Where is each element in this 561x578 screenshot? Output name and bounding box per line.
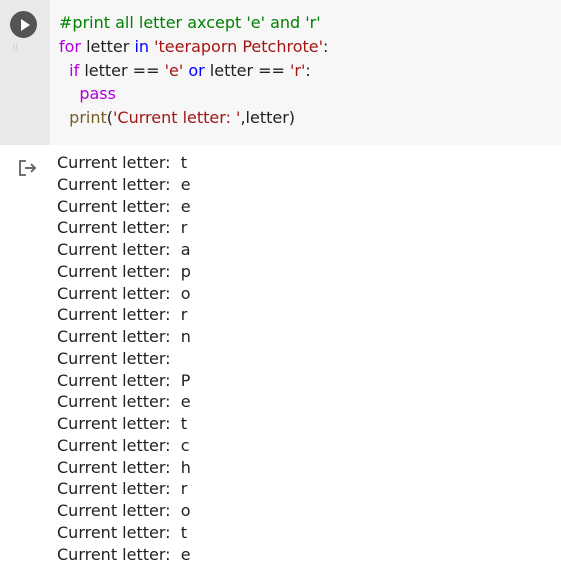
output-line: Current letter: a (57, 239, 191, 261)
code-token: or (188, 60, 205, 80)
output-letter: e (180, 392, 191, 412)
output-line: Current letter: o (57, 500, 191, 522)
code-line: pass (59, 82, 561, 106)
output-prefix: Current letter: (57, 283, 181, 303)
play-circle-icon[interactable] (10, 11, 37, 38)
output-line: Current letter: r (57, 478, 191, 500)
code-token: 'r' (290, 60, 306, 80)
output-line: Current letter: n (57, 326, 191, 348)
output-line: Current letter: e (57, 174, 191, 196)
cell-gutter: ⠿ (0, 0, 50, 145)
code-line: print('Current letter: ',letter) (59, 106, 561, 130)
output-letter: e (180, 174, 191, 194)
code-token: for (59, 36, 81, 56)
code-token: : (323, 36, 329, 56)
code-token: 'teeraporn Petchrote' (154, 36, 323, 56)
output-letter: c (180, 435, 190, 455)
output-line: Current letter: p (57, 261, 191, 283)
output-prefix: Current letter: (57, 392, 181, 412)
code-token: letter == (79, 60, 165, 80)
output-letter: p (180, 261, 191, 281)
code-token: print (69, 108, 107, 128)
output-line: Current letter: t (57, 413, 191, 435)
code-line: for letter in 'teeraporn Petchrote': (59, 35, 561, 59)
output-text: Current letter: t Current letter: e Curren… (57, 152, 191, 565)
output-prefix: Current letter: (57, 261, 181, 281)
output-letter: a (180, 240, 191, 259)
code-token: 'Current letter: ' (113, 108, 241, 128)
drag-handle-icon[interactable]: ⠿ (12, 44, 19, 54)
code-line: if letter == 'e' or letter == 'r': (59, 59, 561, 83)
output-line: Current letter: h (57, 457, 191, 479)
output-letter: r (180, 218, 188, 238)
output-letter: t (180, 414, 187, 433)
output-letter: t (180, 153, 187, 172)
output-prefix: Current letter: (57, 479, 181, 499)
output-letter: h (180, 457, 191, 477)
code-editor[interactable]: #print all letter axcept 'e' and 'r' for … (50, 0, 561, 145)
output-prefix: Current letter: (57, 196, 181, 216)
code-token: : (305, 60, 311, 80)
output-line: Current letter: P (57, 370, 191, 392)
output-line: Current letter: (57, 348, 191, 370)
code-token: pass (79, 84, 116, 104)
output-prefix: Current letter: (57, 457, 181, 477)
output-line: Current letter: e (57, 391, 191, 413)
output-prefix: Current letter: (57, 153, 181, 172)
output-line: Current letter: e (57, 544, 191, 566)
output-line: Current letter: t (57, 522, 191, 544)
output-prefix: Current letter: (57, 522, 181, 542)
output-line: Current letter: t (57, 152, 191, 174)
output-prefix: Current letter: (57, 544, 181, 564)
code-token: ,letter) (240, 108, 296, 128)
output-letter: r (180, 305, 188, 325)
output-arrow-icon[interactable] (18, 159, 38, 177)
output-letter: o (180, 501, 191, 520)
code-token: 'e' (164, 60, 184, 80)
output-line: Current letter: c (57, 435, 191, 457)
output-prefix: Current letter: (57, 370, 181, 390)
output-letter: e (180, 544, 191, 564)
code-token: in (134, 36, 150, 56)
output-prefix: Current letter: (57, 435, 181, 455)
output-line: Current letter: r (57, 217, 191, 239)
output-prefix: Current letter: (57, 414, 181, 433)
output-prefix: Current letter: (57, 305, 181, 325)
code-line: #print all letter axcept 'e' and 'r' (59, 11, 561, 35)
output-letter: t (180, 522, 187, 542)
output-prefix: Current letter: (57, 240, 181, 259)
code-token: if (69, 60, 80, 80)
output-prefix: Current letter: (57, 218, 181, 238)
output-letter: r (180, 479, 188, 499)
code-token: letter == (204, 60, 291, 80)
output-line: Current letter: r (57, 304, 191, 326)
output-letter: n (180, 327, 191, 346)
output-prefix: Current letter: (57, 327, 181, 346)
output-letter: e (180, 196, 191, 216)
output-line: Current letter: e (57, 196, 191, 218)
output-prefix: Current letter: (57, 348, 181, 368)
output-letter: o (180, 283, 191, 303)
output-line: Current letter: o (57, 283, 191, 305)
code-cell[interactable]: ⠿ #print all letter axcept 'e' and 'r' fo… (0, 0, 561, 145)
output-prefix: Current letter: (57, 501, 181, 520)
code-token: #print all letter axcept 'e' and 'r' (59, 13, 321, 32)
code-token: letter (81, 36, 135, 56)
output-prefix: Current letter: (57, 174, 181, 194)
output-letter: P (180, 370, 191, 390)
